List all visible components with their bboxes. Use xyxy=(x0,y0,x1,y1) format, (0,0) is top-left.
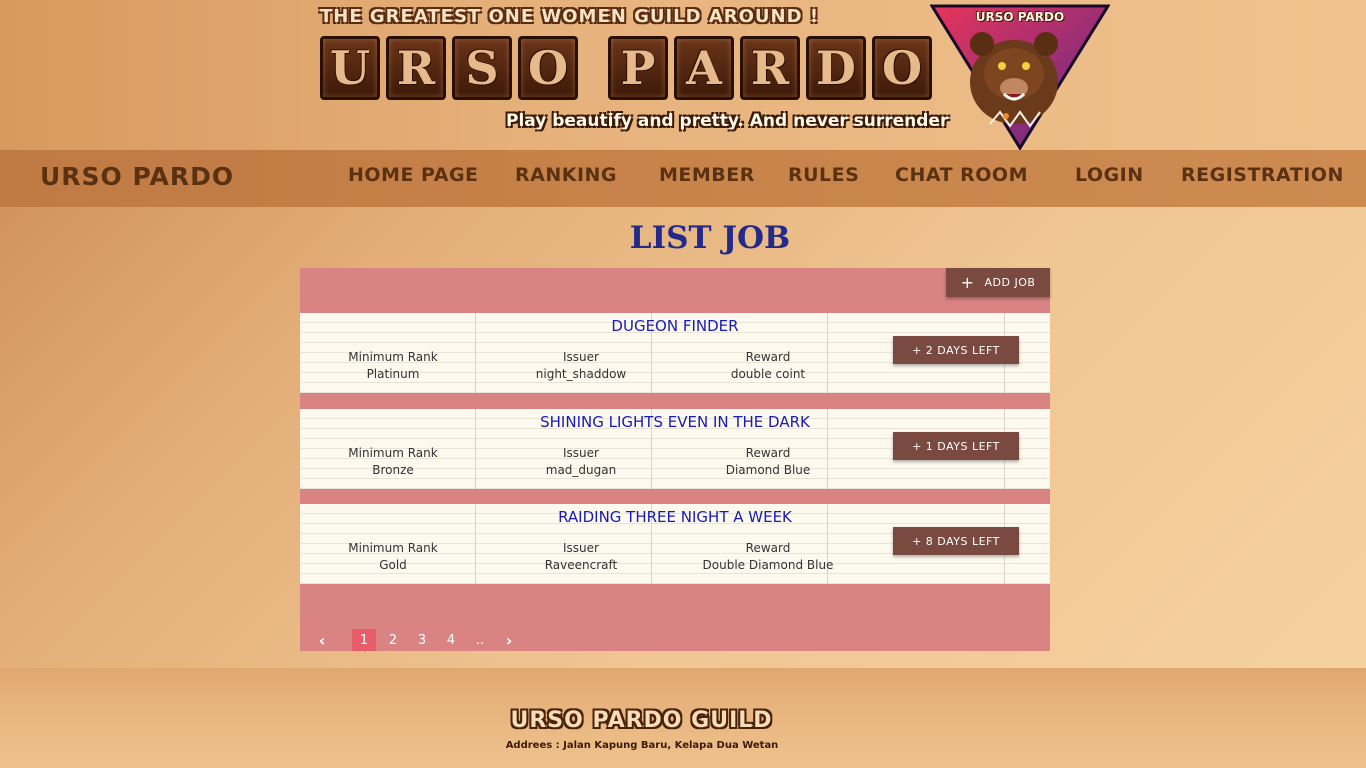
footer-address: Addrees : Jalan Kapung Baru, Kelapa Dua … xyxy=(505,740,779,751)
reward-label: Reward xyxy=(745,541,791,555)
days-left-button[interactable]: + 8 DAYS LEFT xyxy=(893,527,1019,555)
add-job-button[interactable]: + ADD JOB xyxy=(946,268,1050,297)
next-page-icon[interactable]: › xyxy=(497,629,521,651)
reward-value: Double Diamond Blue xyxy=(702,558,834,572)
job-reward: Reward Diamond Blue xyxy=(678,445,858,479)
subtagline: Play beautify and pretty. And never surr… xyxy=(506,111,949,131)
nav-item-registration[interactable]: REGISTRATION xyxy=(1181,164,1344,186)
job-title[interactable]: SHINING LIGHTS EVEN IN THE DARK xyxy=(300,413,1050,431)
days-left-button[interactable]: + 2 DAYS LEFT xyxy=(893,336,1019,364)
logo-letter: S xyxy=(452,36,512,100)
nav-item-chat-room[interactable]: CHAT ROOM xyxy=(895,164,1028,186)
job-rank: Minimum Rank Platinum xyxy=(303,349,483,383)
rank-label: Minimum Rank xyxy=(348,541,438,555)
logo: U R S O P A R D O xyxy=(320,36,932,100)
logo-letter: O xyxy=(872,36,932,100)
logo-letter: A xyxy=(674,36,734,100)
logo-letter: D xyxy=(806,36,866,100)
rank-value: Platinum xyxy=(366,367,420,381)
job-card: DUGEON FINDER Minimum Rank Platinum Issu… xyxy=(300,313,1050,393)
prev-page-icon[interactable]: ‹ xyxy=(310,629,334,651)
job-rank: Minimum Rank Gold xyxy=(303,540,483,574)
logo-spacer xyxy=(584,36,602,100)
page-title: LIST JOB xyxy=(629,220,791,256)
header-banner: THE GREATEST ONE WOMEN GUILD AROUND ! U … xyxy=(0,0,1366,151)
job-list-panel: + ADD JOB DUGEON FINDER Minimum Rank Pla… xyxy=(300,268,1050,651)
nav-item-rules[interactable]: RULES xyxy=(788,164,859,186)
nav-item-member[interactable]: MEMBER xyxy=(659,164,755,186)
page-link-1[interactable]: 1 xyxy=(352,629,376,651)
job-issuer: Issuer Raveencraft xyxy=(491,540,671,574)
emblem-label: URSO PARDO xyxy=(975,10,1065,24)
job-reward: Reward double coint xyxy=(678,349,858,383)
issuer-value: night_shaddow xyxy=(535,367,627,381)
issuer-label: Issuer xyxy=(563,541,599,555)
logo-letter: R xyxy=(740,36,800,100)
rank-label: Minimum Rank xyxy=(348,350,438,364)
job-issuer: Issuer mad_dugan xyxy=(491,445,671,479)
logo-letter: R xyxy=(386,36,446,100)
reward-label: Reward xyxy=(745,350,791,364)
job-issuer: Issuer night_shaddow xyxy=(491,349,671,383)
job-title[interactable]: DUGEON FINDER xyxy=(300,317,1050,335)
logo-letter: O xyxy=(518,36,578,100)
tagline: THE GREATEST ONE WOMEN GUILD AROUND ! xyxy=(320,6,820,27)
issuer-value: Raveencraft xyxy=(544,558,618,572)
reward-label: Reward xyxy=(745,446,791,460)
bear-icon xyxy=(929,4,1111,151)
logo-letter: P xyxy=(608,36,668,100)
rank-label: Minimum Rank xyxy=(348,446,438,460)
pager-spacer xyxy=(339,629,347,651)
reward-value: Diamond Blue xyxy=(725,463,811,477)
page-link-2[interactable]: 2 xyxy=(381,629,405,651)
job-card: RAIDING THREE NIGHT A WEEK Minimum Rank … xyxy=(300,504,1050,584)
nav-item-login[interactable]: LOGIN xyxy=(1075,164,1144,186)
nav-item-ranking[interactable]: RANKING xyxy=(515,164,617,186)
page-link-3[interactable]: 3 xyxy=(410,629,434,651)
job-title[interactable]: RAIDING THREE NIGHT A WEEK xyxy=(300,508,1050,526)
nav-brand[interactable]: URSO PARDO xyxy=(40,162,234,191)
page-link-4[interactable]: 4 xyxy=(439,629,463,651)
nav-item-home-page[interactable]: HOME PAGE xyxy=(348,164,479,186)
reward-value: double coint xyxy=(730,367,806,381)
footer-title: URSO PARDO GUILD xyxy=(510,708,773,733)
bear-emblem: URSO PARDO xyxy=(929,4,1111,151)
plus-icon: + xyxy=(960,272,975,292)
page-ellipsis[interactable]: .. xyxy=(468,629,492,651)
rank-value: Bronze xyxy=(372,463,414,477)
job-reward: Reward Double Diamond Blue xyxy=(678,540,858,574)
add-job-label: ADD JOB xyxy=(984,276,1036,289)
job-rank: Minimum Rank Bronze xyxy=(303,445,483,479)
nav-bar: URSO PARDO HOME PAGE RANKING MEMBER RULE… xyxy=(0,150,1366,207)
logo-letter: U xyxy=(320,36,380,100)
pagination: ‹ 1 2 3 4 .. › xyxy=(310,629,526,651)
issuer-value: mad_dugan xyxy=(545,463,617,477)
rank-value: Gold xyxy=(379,558,407,572)
days-left-button[interactable]: + 1 DAYS LEFT xyxy=(893,432,1019,460)
footer: URSO PARDO GUILD Addrees : Jalan Kapung … xyxy=(0,668,1366,768)
issuer-label: Issuer xyxy=(563,446,599,460)
job-card: SHINING LIGHTS EVEN IN THE DARK Minimum … xyxy=(300,409,1050,489)
issuer-label: Issuer xyxy=(563,350,599,364)
